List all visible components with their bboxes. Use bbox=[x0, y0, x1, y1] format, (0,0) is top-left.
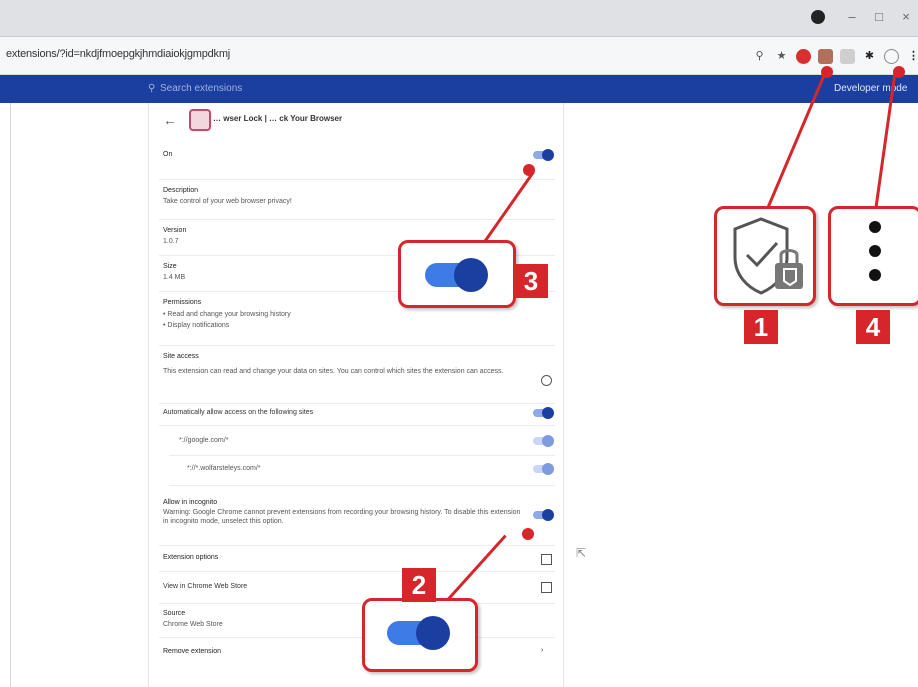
callout-3-zoom bbox=[398, 240, 516, 308]
permission-text: Read and change your browsing history bbox=[167, 311, 291, 318]
extension-options-row[interactable]: Extension options bbox=[159, 547, 555, 572]
extension-name: … wser Lock | … ck Your Browser bbox=[213, 114, 343, 123]
description-text: Take control of your web browser privacy… bbox=[163, 198, 292, 205]
extension-details-card: ← … wser Lock | … ck Your Browser On Des… bbox=[148, 103, 564, 687]
site-pattern: *://google.com/* bbox=[179, 437, 229, 444]
callout-2-dot bbox=[522, 528, 534, 540]
toggle-zoom bbox=[387, 616, 450, 650]
callout-4-zoom bbox=[828, 206, 918, 306]
open-external-icon[interactable] bbox=[541, 582, 552, 593]
incognito-row: Allow in incognito Warning: Google Chrom… bbox=[159, 495, 555, 546]
remove-extension-label[interactable]: Remove extension bbox=[163, 648, 221, 655]
site-access-label: Site access bbox=[163, 353, 199, 360]
search-icon: ⚲ bbox=[148, 83, 156, 94]
open-external-icon[interactable] bbox=[541, 554, 552, 565]
extension-options-label: Extension options bbox=[163, 554, 219, 561]
mouse-cursor-icon: ⇱ bbox=[576, 546, 587, 560]
search-extensions-input[interactable]: Search extensions bbox=[160, 83, 242, 94]
description-row: Description Take control of your web bro… bbox=[159, 181, 555, 220]
on-row: On bbox=[159, 139, 555, 180]
toggle-zoom bbox=[425, 258, 488, 292]
callout-2-badge: 2 bbox=[402, 568, 436, 602]
close-window-button[interactable]: × bbox=[899, 10, 913, 24]
developer-mode-label[interactable]: Developer mode bbox=[834, 83, 907, 94]
site-row: *://google.com/* bbox=[169, 427, 555, 456]
callout-1-badge: 1 bbox=[744, 310, 778, 344]
minimize-button[interactable]: – bbox=[845, 10, 859, 24]
url-field[interactable]: extensions/?id=nkdjfmoepgkjhmdiaiokjgmpd… bbox=[6, 48, 230, 60]
record-icon bbox=[811, 10, 825, 24]
callout-1-dot bbox=[821, 66, 833, 78]
source-label: Source bbox=[163, 610, 186, 617]
chevron-right-icon[interactable]: › bbox=[541, 647, 543, 654]
site-access-text: This extension can read and change your … bbox=[163, 368, 504, 375]
on-label: On bbox=[163, 151, 173, 158]
shield-lock-icon bbox=[733, 217, 803, 295]
extension-icon bbox=[189, 109, 211, 131]
callout-3-badge: 3 bbox=[514, 264, 548, 298]
version-value: 1.0.7 bbox=[163, 238, 179, 245]
source-value: Chrome Web Store bbox=[163, 621, 223, 628]
profile-icon[interactable] bbox=[884, 48, 899, 64]
divider bbox=[10, 103, 11, 687]
callout-3-dot bbox=[523, 164, 535, 176]
auto-allow-row: Automatically allow access on the follow… bbox=[159, 405, 555, 426]
web-store-row[interactable]: View in Chrome Web Store bbox=[159, 573, 555, 604]
callout-4-dot bbox=[893, 66, 905, 78]
web-store-link[interactable]: View in Chrome Web Store bbox=[163, 583, 247, 590]
puzzle-grey-icon[interactable] bbox=[840, 48, 855, 64]
incognito-warning: Warning: Google Chrome cannot prevent ex… bbox=[163, 509, 521, 525]
permission-item: • Display notifications bbox=[163, 322, 230, 329]
star-icon[interactable]: ★ bbox=[774, 49, 789, 64]
title-bar: – □ × bbox=[0, 0, 918, 37]
size-value: 1.4 MB bbox=[163, 274, 186, 281]
source-row: Source Chrome Web Store bbox=[159, 605, 555, 638]
maximize-button[interactable]: □ bbox=[872, 10, 886, 24]
site-access-row: Site access This extension can read and … bbox=[159, 347, 555, 404]
site-toggle[interactable] bbox=[533, 463, 554, 475]
size-label: Size bbox=[163, 263, 177, 270]
callout-1-zoom bbox=[714, 206, 816, 306]
on-toggle[interactable] bbox=[533, 149, 554, 161]
incognito-toggle[interactable] bbox=[533, 509, 554, 521]
extensions-header: ⚲ Search extensions Developer mode bbox=[0, 75, 918, 103]
incognito-label: Allow in incognito bbox=[163, 499, 218, 506]
search-icon[interactable]: ⚲ bbox=[752, 49, 767, 64]
auto-allow-label: Automatically allow access on the follow… bbox=[163, 409, 314, 416]
site-toggle[interactable] bbox=[533, 435, 554, 447]
permission-item: • Read and change your browsing history bbox=[163, 311, 291, 318]
permissions-label: Permissions bbox=[163, 299, 202, 306]
version-label: Version bbox=[163, 227, 187, 234]
details-header: ← … wser Lock | … ck Your Browser bbox=[149, 103, 563, 137]
menu-icon[interactable]: ⋮ bbox=[906, 49, 918, 64]
screenshot: – □ × extensions/?id=nkdjfmoepgkjhmdiaio… bbox=[0, 0, 918, 687]
toolbar-icons: ⚲ ★ ✱ ⋮ bbox=[752, 47, 918, 65]
site-pattern: *://*.wolfarsteleys.com/* bbox=[187, 465, 261, 472]
pin-icon[interactable]: ✱ bbox=[862, 49, 877, 64]
site-row: *://*.wolfarsteleys.com/* bbox=[169, 457, 555, 486]
shield-lock-icon[interactable] bbox=[818, 48, 833, 64]
address-bar: extensions/?id=nkdjfmoepgkjhmdiaiokjgmpd… bbox=[0, 37, 918, 75]
callout-4-badge: 4 bbox=[856, 310, 890, 344]
description-label: Description bbox=[163, 187, 199, 194]
callout-2-zoom bbox=[362, 598, 478, 672]
info-icon[interactable] bbox=[541, 375, 552, 386]
permission-text: Display notifications bbox=[167, 322, 230, 329]
extension-red-icon[interactable] bbox=[796, 48, 811, 64]
menu-dots-icon bbox=[831, 209, 918, 281]
auto-allow-toggle[interactable] bbox=[533, 407, 554, 419]
remove-row[interactable]: Remove extension › bbox=[159, 639, 555, 667]
back-arrow-icon[interactable]: ← bbox=[163, 112, 177, 128]
